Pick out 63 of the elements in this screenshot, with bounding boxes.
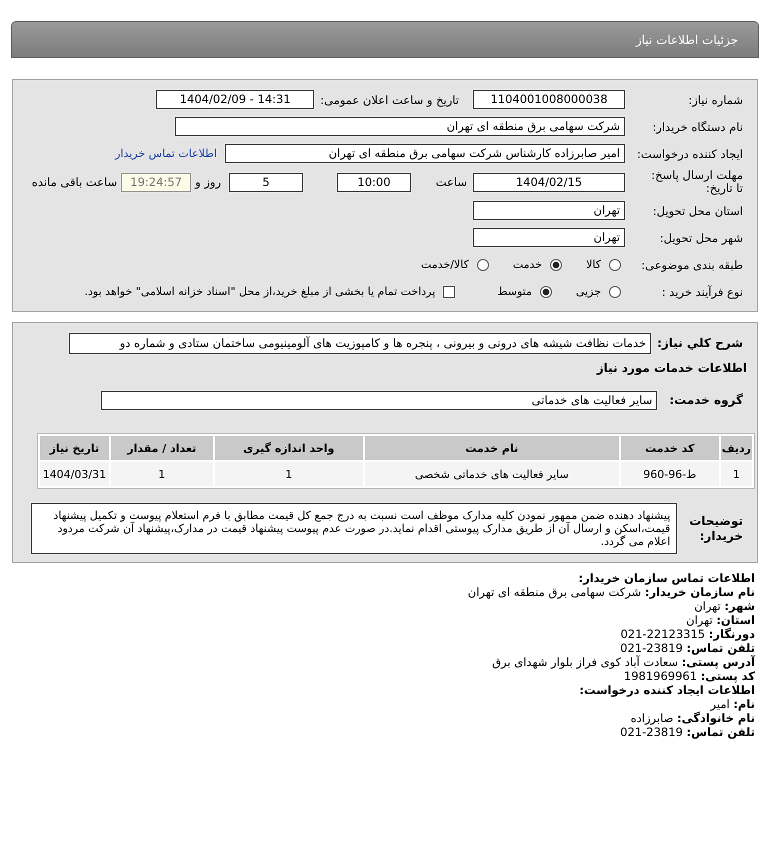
contact-line: نام سازمان خریدار: شرکت سهامی برق منطقه ای تهران bbox=[466, 585, 755, 599]
radio-button[interactable] bbox=[476, 258, 489, 270]
field-label: نام دستگاه خریدار: bbox=[651, 120, 744, 134]
column-header: واحد اندازه گیری bbox=[214, 436, 363, 460]
field-label: شرح کلي نیاز: bbox=[656, 336, 744, 350]
table-cell: 1404/03/31 bbox=[40, 462, 109, 486]
option-label: کالا bbox=[585, 258, 602, 271]
field-label: استان محل تحویل: bbox=[652, 204, 744, 218]
column-header: کد خدمت bbox=[620, 436, 719, 460]
field-label: تاریخ و ساعت اعلان عمومی: bbox=[319, 92, 460, 106]
field-label: ساعت bbox=[434, 175, 468, 189]
table-cell: سایر فعالیت های خدماتی شخصی bbox=[364, 462, 619, 486]
field-value: 1104001008000038 bbox=[473, 90, 625, 109]
column-header: تاریخ نیاز bbox=[40, 436, 109, 460]
table-cell: 1 bbox=[720, 462, 752, 486]
radio-button[interactable] bbox=[609, 286, 621, 298]
page-title: جزئیات اطلاعات نیاز bbox=[636, 32, 738, 46]
field-label: شهر محل تحویل: bbox=[658, 230, 744, 244]
field-label: ساعت باقی مانده bbox=[30, 175, 118, 189]
contact-line: استان: تهران bbox=[685, 613, 755, 627]
table-cell: 1 bbox=[214, 462, 363, 486]
option-label: خدمت bbox=[512, 258, 544, 271]
field-label: ایجاد کننده درخواست: bbox=[636, 146, 744, 160]
field-label: نوع فرآیند خرید : bbox=[660, 284, 744, 298]
field-label: طبقه بندی موضوعی: bbox=[640, 258, 744, 272]
field-label: توضیحات خریدار: bbox=[688, 514, 744, 544]
column-header: نام خدمت bbox=[364, 436, 619, 460]
field-value: سایر فعالیت های خدماتی bbox=[101, 390, 658, 410]
checkbox-label: پرداخت تمام یا بخشی از مبلغ خرید،از محل "اسناد خزانه اسلامی" خواهد بود. bbox=[84, 285, 436, 298]
field-label: مهلت ارسال پاسخ: تا تاریخ: bbox=[650, 169, 744, 195]
field-value: 5 bbox=[229, 172, 303, 192]
field-label: شماره نیاز: bbox=[687, 92, 744, 106]
field-value: 14:31 - 1404/02/09 bbox=[156, 90, 314, 109]
contact-line: نام خانوادگی: صابرزاده bbox=[630, 711, 755, 725]
column-header: ردیف bbox=[720, 436, 752, 460]
radio-button[interactable] bbox=[540, 286, 552, 298]
checkbox[interactable] bbox=[443, 286, 456, 298]
field-value: تهران bbox=[473, 228, 625, 247]
field-value: امیر صابرزاده کارشناس شرکت سهامی برق منطقه ای تهران bbox=[225, 144, 625, 163]
contact-heading: اطلاعات ایجاد کننده درخواست: bbox=[578, 683, 755, 697]
contact-line: نام: امیر bbox=[709, 697, 755, 711]
option-label: کالا/خدمت bbox=[420, 258, 470, 271]
table-cell: 1 bbox=[110, 462, 213, 486]
radio-button[interactable] bbox=[609, 258, 621, 270]
contact-heading: اطلاعات تماس سازمان خریدار: bbox=[577, 571, 755, 585]
field-label: گروه خدمت: bbox=[668, 393, 744, 407]
field-value: 10:00 bbox=[337, 172, 411, 192]
table-cell: ط-96-960 bbox=[620, 462, 719, 486]
option-label: متوسط bbox=[496, 285, 533, 298]
field-value: پیشنهاد دهنده ضمن ممهور نمودن کلیه مدارک موظف است نسبت به درج جمع کل قیمت مطابق با فرم استعلام پیوست و تکمیل پیشنهاد قیمت،اسکن و ارسال آن از طریق مدارک پیوستی اقدام نماید.در صورت عدم پیوست پیشنهاد قیمت در مدارک،پیشنهاد آن شرکت مردود اعلام می گردد. bbox=[31, 503, 678, 554]
contact-link[interactable]: اطلاعات تماس خریدار bbox=[107, 147, 225, 160]
field-value: تهران bbox=[473, 201, 625, 220]
field-value: خدمات نظافت شیشه های درونی و بیرونی ، پنجره ها و کامپوزیت های آلومینیومی ساختمان ستادی و شماره دو bbox=[69, 332, 652, 354]
contact-line: آدرس پستی: سعادت آباد کوی فراز بلوار شهدای برق bbox=[491, 655, 755, 669]
field-value: 1404/02/15 bbox=[473, 172, 625, 192]
radio-button[interactable] bbox=[550, 258, 562, 270]
column-header: تعداد / مقدار bbox=[110, 436, 213, 460]
option-label: جزیی bbox=[574, 285, 602, 298]
contact-line: شهر: تهران bbox=[693, 599, 755, 613]
field-label: روز و bbox=[194, 175, 222, 189]
countdown-value: 19:24:57 bbox=[121, 172, 192, 192]
section-title: اطلاعات خدمات مورد نیاز bbox=[596, 361, 748, 375]
field-value: شرکت سهامی برق منطقه ای تهران bbox=[175, 117, 625, 136]
